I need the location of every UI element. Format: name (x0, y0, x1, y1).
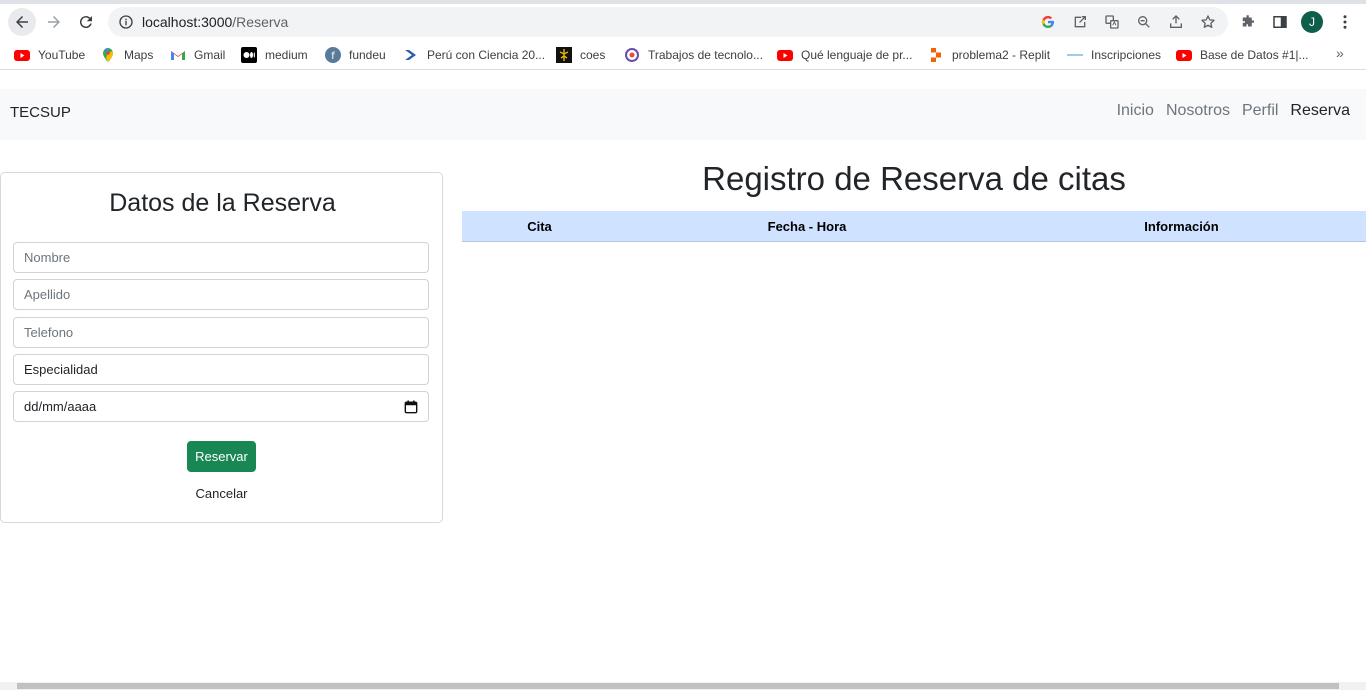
url-text[interactable]: localhost:3000/Reserva (142, 14, 288, 30)
site-navbar: TECSUP Inicio Nosotros Perfil Reserva (0, 89, 1366, 140)
scrollbar-thumb[interactable] (17, 683, 1339, 689)
nav-link-perfil[interactable]: Perfil (1242, 102, 1278, 120)
reload-icon (79, 16, 92, 29)
especialidad-value: Especialidad (24, 362, 98, 377)
bookmark-label: problema2 - Replit (952, 48, 1051, 62)
reservar-button[interactable]: Reservar (187, 441, 256, 472)
translate-icon[interactable] (1103, 13, 1121, 31)
youtube-icon (777, 50, 793, 61)
info-icon[interactable] (118, 14, 134, 30)
nav-link-reserva[interactable]: Reserva (1290, 102, 1350, 120)
url-path: /Reserva (232, 14, 289, 30)
bookmark-label: Perú con Ciencia 20... (427, 48, 546, 62)
profile-avatar[interactable]: J (1301, 11, 1323, 33)
bookmark-medium[interactable]: medium (241, 46, 308, 64)
bookmarks-bar: YouTube Maps Gmail medium f fundeu Perú … (0, 40, 1366, 70)
nav-link-inicio[interactable]: Inicio (1117, 102, 1154, 120)
medium-icon (241, 47, 257, 63)
bookmark-base-datos[interactable]: Base de Datos #1|... (1176, 46, 1309, 64)
bookmark-label: Inscripciones (1091, 48, 1162, 62)
fundeu-icon: f (325, 47, 341, 63)
calendar-icon[interactable] (404, 400, 418, 414)
bookmark-label: Base de Datos #1|... (1200, 48, 1309, 62)
registro-title: Registro de Reserva de citas (702, 160, 1126, 197)
side-panel-icon[interactable] (1270, 12, 1290, 32)
bookmark-youtube[interactable]: YouTube (14, 46, 85, 64)
column-header-cita: Cita (527, 219, 552, 234)
nav-link-nosotros[interactable]: Nosotros (1166, 102, 1230, 120)
extensions-icon[interactable] (1238, 12, 1258, 32)
youtube-icon (14, 50, 30, 61)
bookmark-fundeu[interactable]: f fundeu (325, 46, 386, 64)
cancelar-link[interactable]: Cancelar (187, 486, 256, 504)
nombre-placeholder: Nombre (24, 250, 71, 265)
star-icon[interactable] (1199, 13, 1217, 31)
bookmarks-overflow-button[interactable]: » (1336, 45, 1344, 61)
forward-button[interactable] (40, 8, 68, 36)
peru-ciencia-icon (405, 50, 416, 60)
bookmark-label: medium (265, 48, 308, 62)
apellido-placeholder: Apellido (24, 287, 71, 302)
apellido-input[interactable]: Apellido (13, 279, 429, 310)
install-icon[interactable] (1071, 13, 1089, 31)
bookmark-label: YouTube (38, 48, 86, 62)
telefono-placeholder: Telefono (24, 325, 74, 340)
bookmark-replit[interactable]: problema2 - Replit (928, 46, 1050, 64)
bookmark-que-lenguaje[interactable]: Qué lenguaje de pr... (777, 46, 912, 64)
column-header-fecha-hora: Fecha - Hora (767, 219, 847, 234)
bookmark-peru-ciencia[interactable]: Perú con Ciencia 20... (403, 46, 545, 64)
nombre-input[interactable]: Nombre (13, 242, 429, 273)
bookmark-label: Trabajos de tecnolo... (648, 48, 763, 62)
especialidad-input[interactable]: Especialidad (13, 354, 429, 385)
replit-icon (931, 48, 941, 62)
arrow-right-icon (48, 16, 60, 28)
bookmark-label: coes (580, 48, 606, 62)
navbar-brand[interactable]: TECSUP (10, 104, 71, 121)
column-header-informacion: Información (1144, 219, 1219, 234)
arrow-left-icon (16, 16, 28, 28)
horizontal-scrollbar[interactable] (0, 682, 1366, 690)
fecha-input[interactable]: dd/mm/aaaa (13, 391, 429, 422)
bookmark-coes[interactable]: coes (556, 46, 605, 64)
svg-text:f: f (331, 51, 335, 62)
reload-button[interactable] (72, 8, 100, 36)
bookmark-gmail[interactable]: Gmail (170, 46, 225, 64)
coes-icon (556, 47, 572, 63)
bookmark-label: Qué lenguaje de pr... (801, 48, 913, 62)
gmail-icon (171, 51, 185, 60)
trabajos-icon (625, 48, 639, 62)
google-icon[interactable] (1039, 13, 1057, 31)
bookmark-trabajos[interactable]: Trabajos de tecnolo... (624, 46, 763, 64)
inscripciones-icon (1067, 54, 1083, 56)
share-icon[interactable] (1167, 13, 1185, 31)
address-bar[interactable]: localhost:3000/Reserva (108, 7, 1228, 37)
maps-icon (103, 47, 113, 62)
youtube-icon (1176, 50, 1192, 61)
browser-toolbar: localhost:3000/Reserva J (0, 4, 1366, 40)
bookmark-inscripciones[interactable]: Inscripciones (1067, 46, 1161, 64)
navbar-links: Inicio Nosotros Perfil Reserva (1117, 102, 1350, 120)
zoom-icon[interactable] (1135, 13, 1153, 31)
fecha-placeholder: dd/mm/aaaa (24, 399, 97, 414)
form-title: Datos de la Reserva (109, 189, 336, 217)
telefono-input[interactable]: Telefono (13, 317, 429, 348)
registro-table-header: Cita Fecha - Hora Información (462, 211, 1366, 242)
url-host: localhost:3000 (142, 14, 233, 30)
bookmark-label: Gmail (194, 48, 226, 62)
bookmark-label: Maps (124, 48, 154, 62)
back-button[interactable] (8, 8, 36, 36)
bookmark-label: fundeu (349, 48, 386, 62)
menu-kebab-icon[interactable] (1335, 12, 1355, 32)
bookmark-maps[interactable]: Maps (100, 46, 153, 64)
